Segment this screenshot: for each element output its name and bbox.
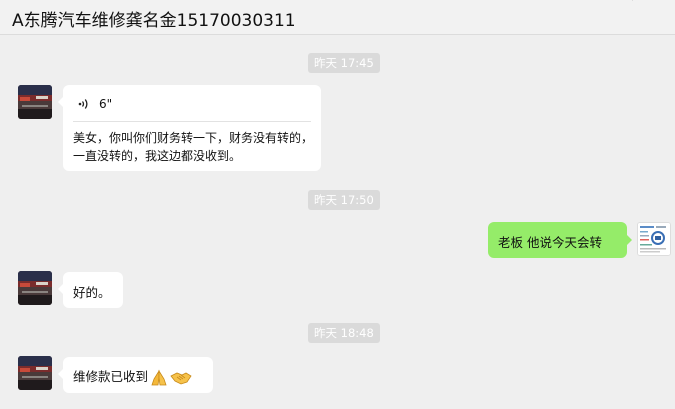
- message-text-body: 维修款已收到: [73, 369, 149, 384]
- handshake-emoji: [170, 372, 192, 384]
- message-text: 老板 他说今天会转: [498, 235, 602, 250]
- my-avatar[interactable]: [637, 222, 671, 256]
- voice-message-bubble[interactable]: 6" 美女，你叫你们财务转一下，财务没有转的，一直没转的，我这边都没收到。: [58, 85, 321, 171]
- timestamp: 昨天 18:48: [308, 323, 380, 343]
- voice-wave-icon: [78, 99, 88, 109]
- chat-title: A东腾汽车维修龚名金15170030311: [12, 11, 296, 31]
- folded-hands-emoji: [151, 369, 167, 385]
- voice-duration: 6": [99, 97, 113, 111]
- more-icon[interactable]: [625, 0, 635, 4]
- chat-header: A东腾汽车维修龚名金15170030311: [0, 0, 675, 35]
- avatar[interactable]: [18, 271, 52, 305]
- outgoing-message-bubble[interactable]: 老板 他说今天会转: [488, 222, 632, 258]
- message-text: 维修款已收到: [73, 366, 192, 387]
- incoming-message-bubble[interactable]: 好的。: [58, 272, 123, 308]
- timestamp: 昨天 17:45: [308, 53, 380, 73]
- voice-transcript: 美女，你叫你们财务转一下，财务没有转的，一直没转的，我这边都没收到。: [73, 131, 314, 163]
- timestamp: 昨天 17:50: [308, 190, 380, 210]
- pin-icon[interactable]: [583, 0, 593, 4]
- incoming-message-bubble[interactable]: 维修款已收到: [58, 357, 213, 393]
- avatar[interactable]: [18, 356, 52, 390]
- window-controls: [575, 0, 665, 6]
- divider: [73, 121, 311, 122]
- avatar[interactable]: [18, 85, 52, 119]
- voice-player[interactable]: 6": [77, 95, 112, 113]
- message-text: 好的。: [73, 285, 111, 300]
